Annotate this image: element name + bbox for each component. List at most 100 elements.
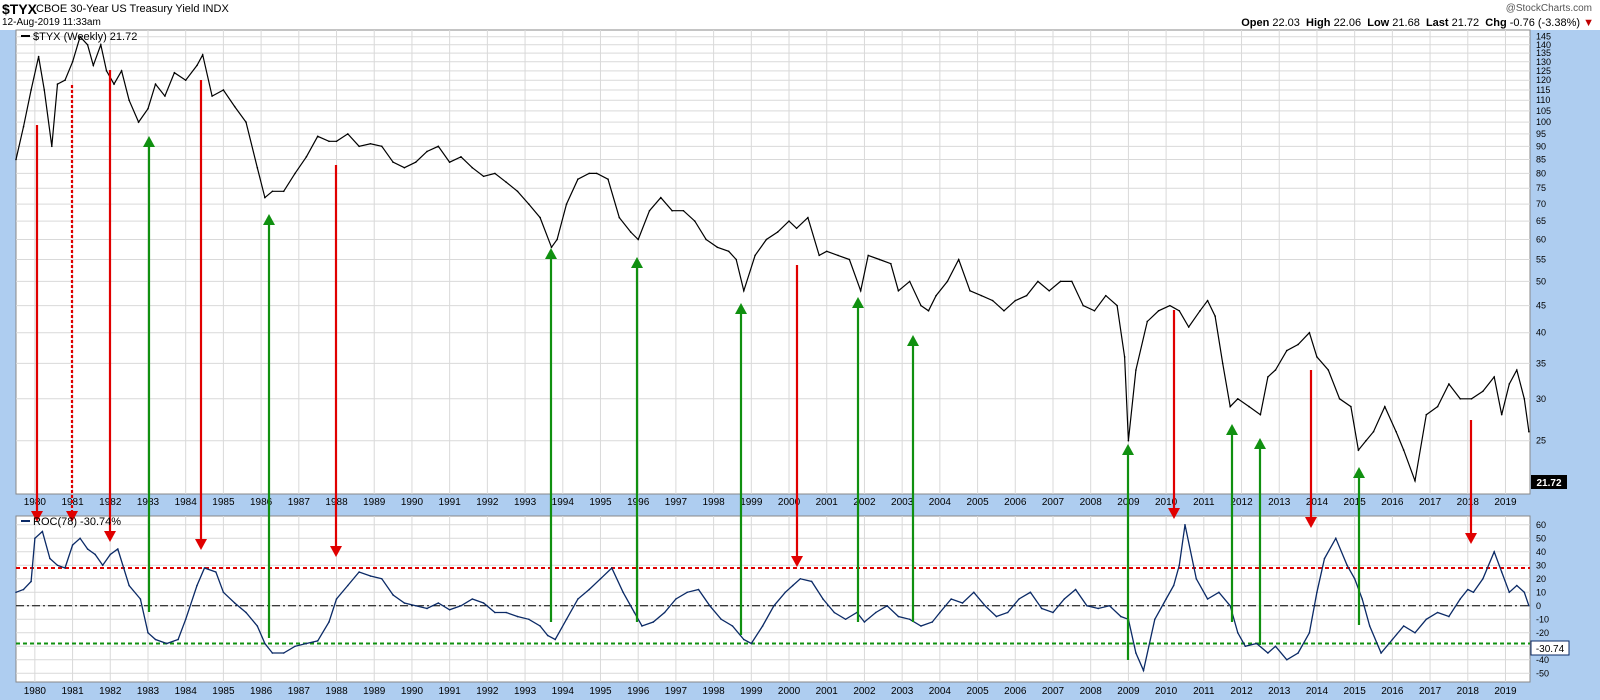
roc-point <box>56 564 59 567</box>
roc-point <box>264 642 266 645</box>
roc-x-tick-label: 2014 <box>1306 686 1329 697</box>
price-point <box>671 209 673 212</box>
price-point <box>1357 449 1360 451</box>
price-x-tick-label: 1987 <box>288 497 311 508</box>
roc-point <box>369 575 372 577</box>
price-point <box>1372 430 1375 433</box>
price-point <box>516 190 519 193</box>
roc-x-tick-label: 1989 <box>363 686 386 697</box>
roc-x-tick-label: 1996 <box>627 686 650 697</box>
price-point <box>173 71 176 74</box>
roc-x-tick-label: 1982 <box>99 686 122 697</box>
roc-point <box>697 588 700 591</box>
price-x-tick-label: 2018 <box>1457 497 1480 508</box>
roc-point <box>822 598 824 600</box>
price-x-tick-label: 2016 <box>1381 497 1404 508</box>
roc-y-tick-label: -20 <box>1536 628 1549 638</box>
price-point <box>1157 309 1160 312</box>
price-point <box>137 121 140 123</box>
price-point <box>565 203 568 205</box>
price-x-tick-label: 2002 <box>853 497 876 508</box>
price-x-tick-label: 2006 <box>1004 497 1027 508</box>
roc-point <box>565 618 568 621</box>
roc-point <box>1368 625 1371 627</box>
price-point <box>414 161 417 163</box>
price-y-tick-label: 80 <box>1536 168 1546 178</box>
roc-y-tick-label: 0 <box>1536 601 1541 611</box>
roc-x-tick-label: 1992 <box>476 686 499 697</box>
price-point <box>837 254 839 257</box>
roc-point <box>588 588 590 591</box>
roc-point <box>844 618 847 621</box>
roc-x-tick-label: 2017 <box>1419 686 1442 697</box>
roc-point <box>633 611 636 614</box>
price-point <box>825 250 828 253</box>
price-point <box>147 107 149 110</box>
price-point <box>233 105 236 108</box>
price-point <box>460 155 462 158</box>
price-point <box>1436 405 1439 408</box>
roc-y-tick-label: -10 <box>1536 614 1549 624</box>
roc-point <box>1482 577 1484 580</box>
price-point <box>211 95 213 97</box>
price-legend-text: $TYX (Weekly) 21.72 <box>33 31 137 43</box>
roc-point <box>1153 618 1156 621</box>
price-point <box>776 231 779 233</box>
price-point <box>245 121 247 123</box>
roc-point <box>328 621 330 623</box>
roc-point <box>426 607 428 610</box>
price-point <box>164 95 166 97</box>
roc-point <box>599 577 602 580</box>
price-point <box>222 89 225 91</box>
price-point <box>120 70 123 72</box>
price-point <box>1187 326 1190 328</box>
roc-point <box>950 598 952 600</box>
roc-x-tick-label: 2002 <box>853 686 876 697</box>
price-point <box>1508 383 1511 385</box>
roc-point <box>1493 550 1495 553</box>
roc-x-tick-label: 1993 <box>514 686 537 697</box>
price-legend: $TYX (Weekly) 21.72 <box>21 31 137 43</box>
price-point <box>1523 398 1526 400</box>
roc-point <box>961 602 964 604</box>
price-point <box>1248 405 1250 408</box>
price-point <box>1384 405 1386 408</box>
roc-point <box>1316 591 1318 594</box>
roc-point <box>1040 607 1043 610</box>
price-point <box>1199 309 1201 312</box>
roc-point <box>1523 591 1526 594</box>
roc-point <box>347 584 349 587</box>
roc-x-tick-label: 1995 <box>589 686 612 697</box>
roc-x-tick-label: 1990 <box>401 686 424 697</box>
price-point <box>1425 413 1428 416</box>
price-point <box>113 83 115 85</box>
price-point <box>878 258 881 261</box>
roc-point <box>49 557 51 560</box>
price-point <box>56 83 59 85</box>
price-point <box>920 304 922 307</box>
price-x-tick-label: 1994 <box>552 497 575 508</box>
price-point <box>1206 299 1209 302</box>
price-point <box>328 140 330 143</box>
roc-x-tick-label: 2010 <box>1155 686 1178 697</box>
price-point <box>437 145 440 148</box>
price-x-tick-label: 2011 <box>1193 497 1215 508</box>
roc-x-tick-label: 2005 <box>966 686 989 697</box>
roc-point <box>1459 598 1462 600</box>
price-point <box>22 125 25 128</box>
price-point <box>1528 430 1530 433</box>
price-point <box>201 54 204 56</box>
price-x-tick-label: 2001 <box>816 497 839 508</box>
roc-point <box>184 618 187 621</box>
price-y-tick-label: 25 <box>1536 436 1546 446</box>
price-point <box>788 220 790 222</box>
price-x-tick-label: 1980 <box>24 497 47 508</box>
price-point <box>795 227 798 230</box>
price-y-tick-label: 125 <box>1536 66 1551 76</box>
price-point <box>196 64 198 67</box>
roc-point <box>1172 584 1175 587</box>
price-y-tick-label: 75 <box>1536 183 1546 193</box>
roc-point <box>1425 618 1428 621</box>
roc-point <box>546 634 549 637</box>
price-y-tick-label: 50 <box>1536 276 1546 286</box>
